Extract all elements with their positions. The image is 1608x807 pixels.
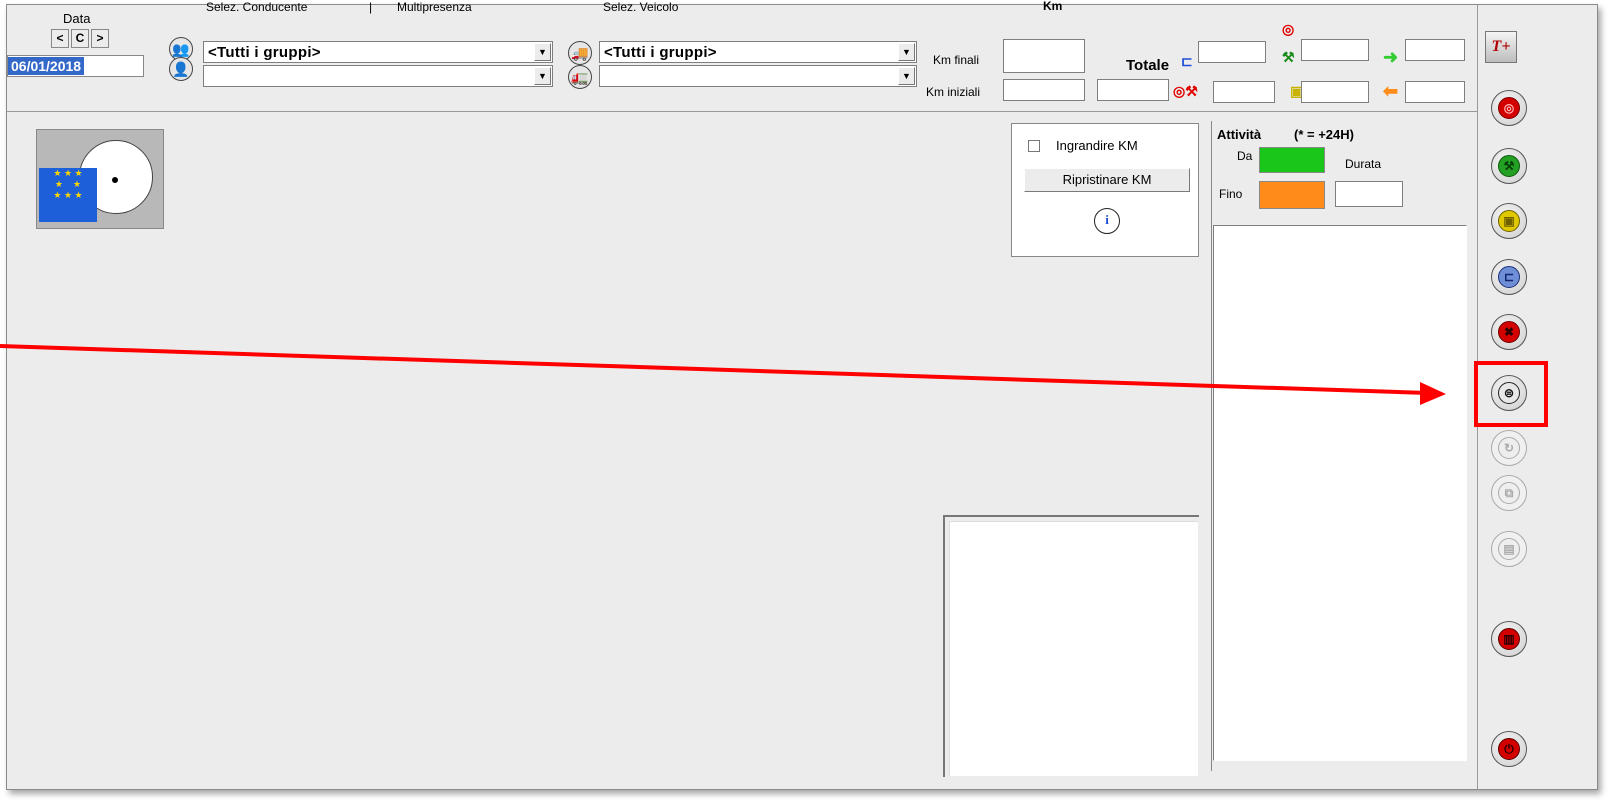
annotation-arrow bbox=[0, 344, 1446, 405]
arrow-line bbox=[0, 344, 1429, 395]
arrow-head bbox=[1420, 382, 1446, 405]
